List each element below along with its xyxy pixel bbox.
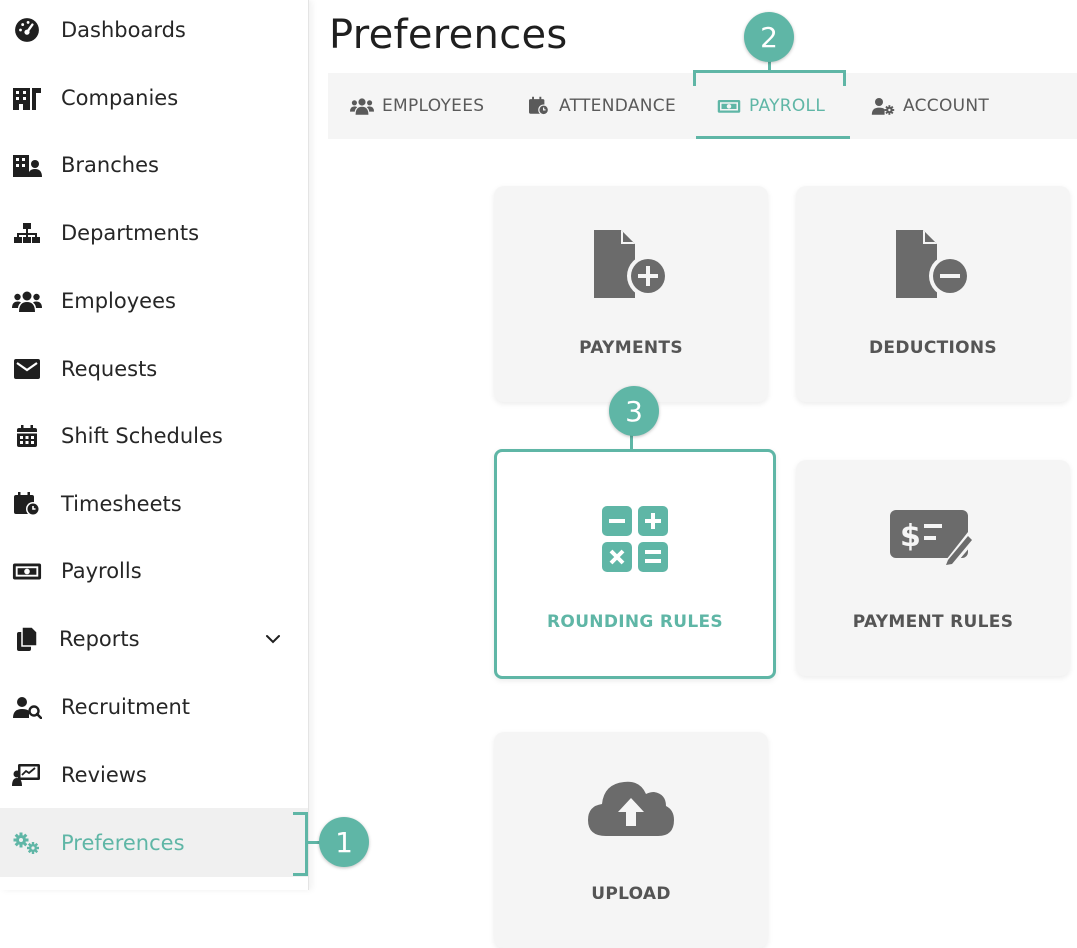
callout-badge-2: 2 [744,12,794,62]
sidebar-item-label: Preferences [61,830,185,855]
sidebar-item-label: Requests [61,357,158,381]
calendar-clock-icon [527,96,551,116]
tab-label: ACCOUNT [903,96,990,116]
sidebar-item-label: Companies [61,86,179,110]
dashboard-gauge-icon [12,15,42,45]
deductions-card[interactable]: DEDUCTIONS [796,186,1070,402]
active-tab-indicator [696,136,850,139]
sidebar-item-label: Timesheets [61,492,182,516]
money-check-edit-icon: $ [796,502,1070,582]
callout-2-bracket-right [843,70,846,86]
payments-card[interactable]: PAYMENTS [494,186,768,402]
sidebar-item-label: Reports [59,627,140,651]
calendar-icon [12,421,42,451]
cloud-upload-icon [494,774,768,854]
tab-label: ATTENDANCE [559,96,676,116]
sidebar-item-label: Shift Schedules [61,424,223,448]
sidebar-item-reviews[interactable]: Reviews [0,745,308,805]
tab-account[interactable]: ACCOUNT [871,73,989,139]
money-bill-icon [717,96,741,116]
payment-rules-card[interactable]: $ PAYMENT RULES [796,460,1070,676]
money-bill-icon [12,556,42,586]
card-label: ROUNDING RULES [547,612,723,632]
user-search-icon [12,692,42,722]
users-icon [350,96,374,116]
sidebar-item-timesheets[interactable]: Timesheets [0,474,308,534]
callout-1-bracket [305,812,308,876]
preferences-tab-bar: EMPLOYEES ATTENDANCE PAYROLL ACCOUNT [328,73,1077,139]
calendar-clock-icon [12,489,42,519]
file-minus-icon [796,228,1070,308]
user-gear-icon [871,96,895,116]
sidebar-item-label: Payrolls [61,559,142,583]
card-label: UPLOAD [591,884,671,904]
callout-badge-1: 1 [319,817,369,867]
sidebar-item-label: Dashboards [61,18,186,42]
branch-building-icon [12,150,42,180]
sidebar-item-shift-schedules[interactable]: Shift Schedules [0,406,308,466]
tab-label: PAYROLL [749,96,826,116]
sitemap-icon [12,218,42,248]
sidebar-item-label: Departments [61,221,200,245]
callout-1-bracket-top [293,812,307,815]
sidebar-item-label: Employees [61,289,176,313]
sidebar-item-label: Reviews [61,763,147,787]
calculator-icon [497,504,773,584]
sidebar-item-employees[interactable]: Employees [0,271,308,331]
sidebar-item-label: Branches [61,153,159,177]
tab-employees[interactable]: EMPLOYEES [350,73,484,139]
callout-badge-3: 3 [609,386,659,436]
tab-payroll[interactable]: PAYROLL [717,73,825,139]
callout-1-bracket-bottom [293,873,307,876]
file-plus-icon [494,228,768,308]
sidebar-item-label: Recruitment [61,695,191,719]
sidebar: Dashboards Companies Branches Department… [0,0,309,890]
callout-2-bracket-left [693,70,696,86]
svg-text:$: $ [900,519,921,554]
sidebar-item-reports[interactable]: Reports [0,609,308,669]
chevron-down-icon[interactable] [262,628,284,650]
sidebar-item-recruitment[interactable]: Recruitment [0,677,308,737]
sidebar-item-requests[interactable]: Requests [0,339,308,399]
sidebar-item-departments[interactable]: Departments [0,203,308,263]
cogs-icon [12,828,42,858]
envelope-icon [12,354,42,384]
sidebar-item-dashboards[interactable]: Dashboards [0,0,308,60]
sidebar-item-branches[interactable]: Branches [0,135,308,195]
sidebar-item-payrolls[interactable]: Payrolls [0,541,308,601]
card-label: DEDUCTIONS [869,338,997,358]
sidebar-item-preferences[interactable]: Preferences [0,808,308,877]
page-title: Preferences [329,12,568,58]
card-label: PAYMENT RULES [852,612,1014,632]
tab-label: EMPLOYEES [382,96,485,116]
building-icon [12,83,42,113]
card-label: PAYMENTS [579,338,683,358]
users-icon [12,286,42,316]
upload-card[interactable]: UPLOAD [494,732,768,948]
copy-files-icon [12,624,42,654]
tab-attendance[interactable]: ATTENDANCE [527,73,676,139]
chart-review-icon [12,760,42,790]
rounding-rules-card[interactable]: ROUNDING RULES [494,449,776,679]
sidebar-item-companies[interactable]: Companies [0,68,308,128]
